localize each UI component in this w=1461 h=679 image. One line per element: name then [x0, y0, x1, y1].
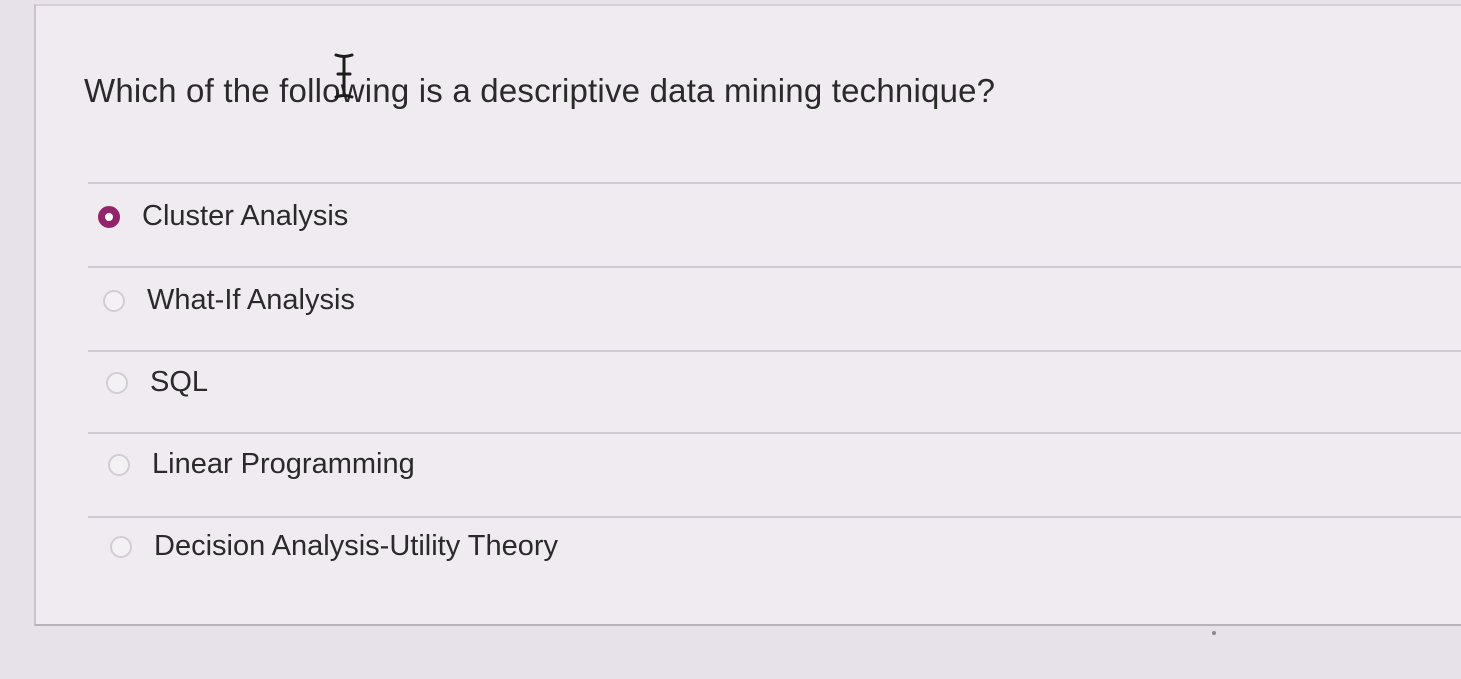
divider	[88, 516, 1461, 518]
radio-button[interactable]	[106, 371, 128, 394]
radio-button[interactable]	[103, 289, 125, 312]
divider	[88, 182, 1461, 184]
option-label: What-If Analysis	[147, 284, 355, 316]
radio-button[interactable]	[110, 535, 132, 558]
option-sql[interactable]: SQL	[106, 366, 208, 399]
option-what-if-analysis[interactable]: What-If Analysis	[103, 284, 355, 317]
radio-button-selected[interactable]	[98, 205, 120, 228]
option-linear-programming[interactable]: Linear Programming	[108, 448, 415, 481]
divider	[88, 432, 1461, 434]
dust-speck	[1212, 631, 1216, 635]
option-label: SQL	[150, 366, 209, 398]
question-text: Which of the following is a descriptive …	[84, 72, 996, 109]
option-label: Decision Analysis-Utility Theory	[154, 530, 558, 562]
option-cluster-analysis[interactable]: Cluster Analysis	[98, 200, 348, 233]
radio-button[interactable]	[108, 453, 130, 476]
divider	[88, 266, 1461, 268]
option-label: Linear Programming	[152, 448, 415, 480]
option-label: Cluster Analysis	[142, 200, 349, 232]
option-decision-analysis-utility-theory[interactable]: Decision Analysis-Utility Theory	[110, 530, 558, 563]
text-cursor-icon	[334, 53, 354, 99]
divider	[88, 350, 1461, 352]
